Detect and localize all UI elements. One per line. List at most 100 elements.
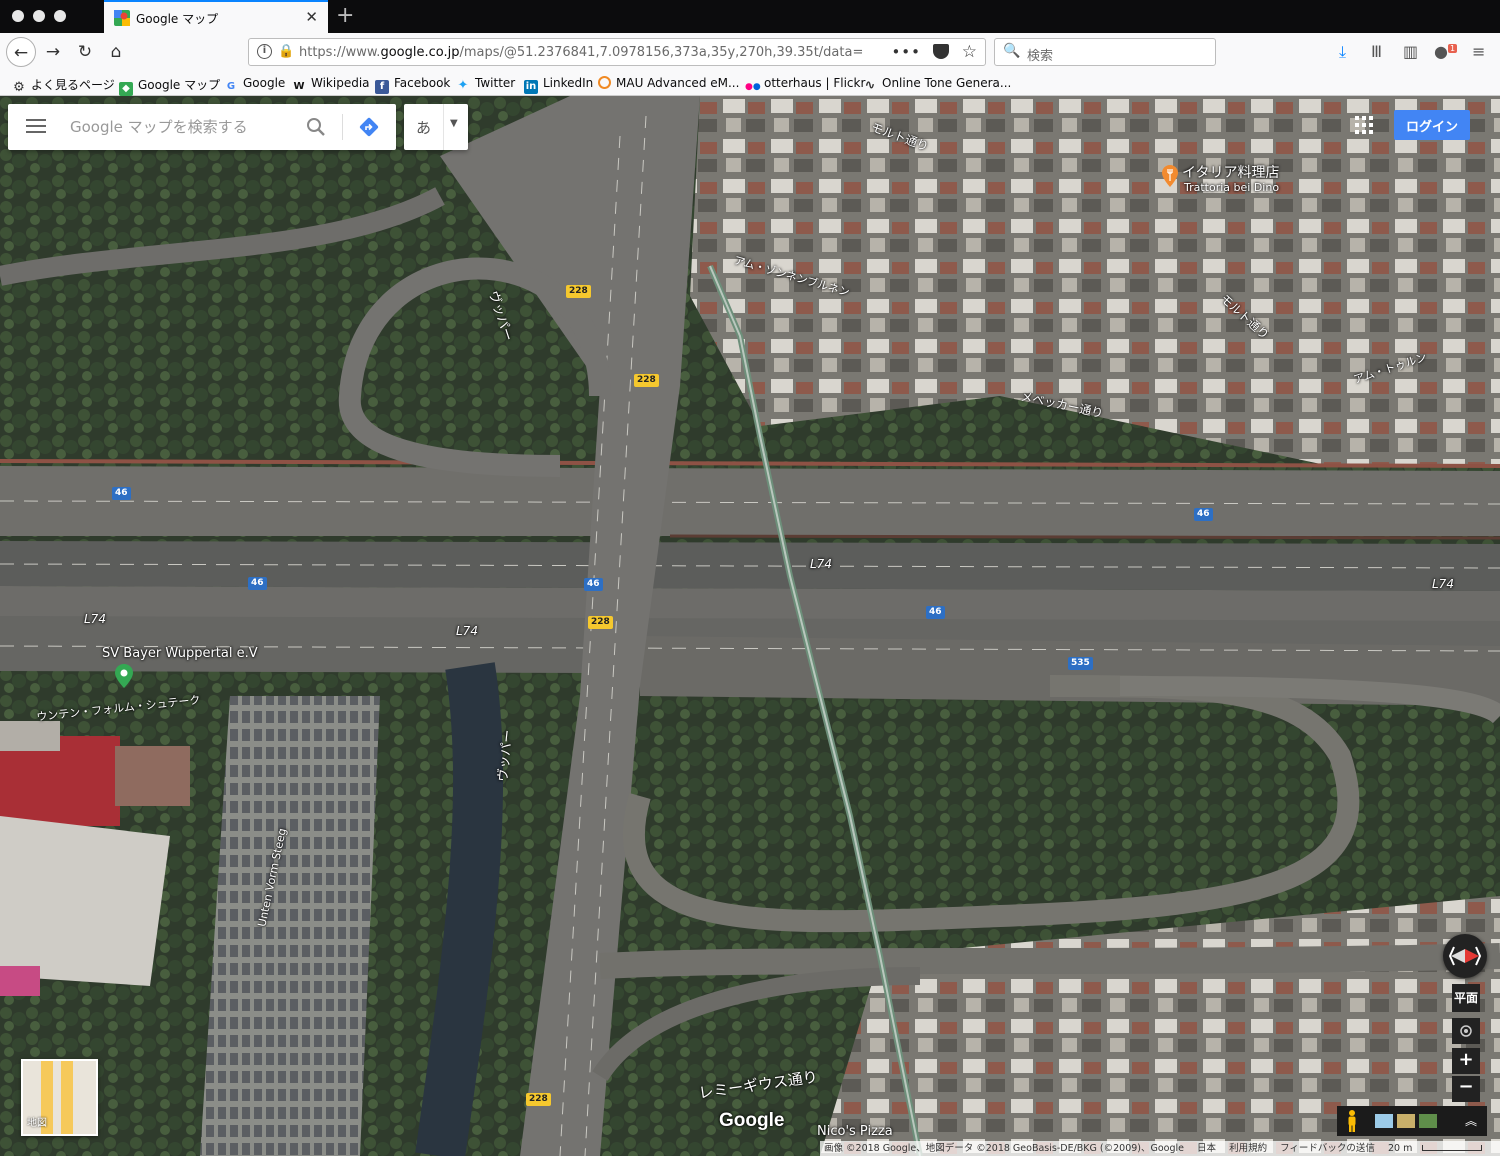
- bookmark-mau[interactable]: MAU Advanced eM...: [598, 76, 739, 90]
- imagery-thumbnail[interactable]: [1419, 1114, 1437, 1128]
- window-maximize-button[interactable]: [54, 10, 66, 22]
- more-actions-icon[interactable]: •••: [891, 43, 921, 61]
- flickr-icon: ●●: [745, 82, 761, 92]
- road-shield-228[interactable]: 228: [588, 616, 613, 629]
- bookmark-most-visited[interactable]: ⚙ よく見るページ: [12, 76, 115, 95]
- navigation-toolbar: ← → ↻ ⌂ i 🔒 https://www.google.co.jp/map…: [0, 33, 1500, 71]
- twitter-icon: ✦: [457, 78, 469, 93]
- country-link[interactable]: 日本: [1197, 1143, 1216, 1154]
- map-layer-toggle[interactable]: 地図: [21, 1059, 98, 1136]
- window-minimize-button[interactable]: [33, 10, 45, 22]
- bookmark-wikipedia[interactable]: W Wikipedia: [292, 76, 369, 94]
- road-label-l74-a[interactable]: L74: [84, 612, 106, 626]
- maps-search-box: [8, 104, 396, 150]
- notification-badge: 1: [1447, 43, 1458, 53]
- imagery-thumbnail[interactable]: [1375, 1114, 1393, 1128]
- bookmark-flickr[interactable]: ●● otterhaus | Flickr: [745, 76, 865, 94]
- mau-icon: [598, 76, 611, 89]
- bookmark-google[interactable]: G Google: [224, 76, 285, 94]
- restaurant-pin-icon[interactable]: [1162, 165, 1178, 187]
- my-location-button[interactable]: [1452, 1018, 1480, 1044]
- arrow-right-icon: →: [45, 42, 61, 62]
- road-shield-46[interactable]: 46: [248, 577, 267, 590]
- hamburger-menu-icon[interactable]: [26, 119, 46, 134]
- bookmark-tone-generator[interactable]: ∿ Online Tone Genera...: [863, 76, 1012, 93]
- extension-icon[interactable]: ● 1: [1434, 42, 1458, 61]
- hamburger-menu-icon[interactable]: ≡: [1472, 42, 1485, 61]
- feedback-link[interactable]: フィードバックの送信: [1280, 1143, 1375, 1154]
- info-icon[interactable]: i: [257, 44, 272, 59]
- search-icon[interactable]: [306, 117, 326, 137]
- browser-search-placeholder: 検索: [1027, 49, 1054, 64]
- maps-search-input[interactable]: [70, 114, 290, 140]
- poi-title-nicos-pizza[interactable]: Nico's Pizza: [817, 1124, 893, 1139]
- road-shield-46[interactable]: 46: [1194, 508, 1213, 521]
- road-shield-46[interactable]: 46: [112, 487, 131, 500]
- url-text[interactable]: https://www.google.co.jp/maps/@51.237684…: [299, 45, 865, 60]
- reload-button[interactable]: ↻: [70, 37, 100, 67]
- google-maps-icon: [114, 10, 130, 26]
- road-shield-535[interactable]: 535: [1068, 657, 1093, 670]
- road-label-l74-c[interactable]: L74: [810, 557, 832, 571]
- tab-strip: Google マップ ✕ +: [0, 0, 1500, 33]
- view-2d-toggle[interactable]: 平面: [1452, 984, 1480, 1012]
- road-shield-46[interactable]: 46: [584, 578, 603, 591]
- pegman-icon[interactable]: [1347, 1110, 1357, 1132]
- my-location-icon: [1460, 1025, 1472, 1037]
- bookmark-twitter[interactable]: ✦ Twitter: [456, 76, 516, 93]
- bookmark-google-maps[interactable]: ◆ Google マップ: [119, 76, 220, 96]
- lock-icon[interactable]: 🔒: [278, 44, 294, 59]
- bookmark-facebook[interactable]: f Facebook: [375, 76, 450, 94]
- caret-down-icon[interactable]: ▼: [450, 118, 458, 129]
- road-shield-228[interactable]: 228: [526, 1093, 551, 1106]
- google-logo: Google: [719, 1110, 785, 1131]
- bookmark-linkedin[interactable]: in LinkedIn: [524, 76, 593, 94]
- sports-club-pin-icon[interactable]: [115, 664, 133, 688]
- poi-title-trattoria[interactable]: Trattoria bei Dino: [1184, 181, 1279, 194]
- separator: [342, 114, 343, 140]
- road-shield-46[interactable]: 46: [926, 606, 945, 619]
- poi-title-restaurant-category[interactable]: イタリア料理店: [1182, 162, 1279, 182]
- pocket-icon[interactable]: [933, 44, 949, 59]
- reload-icon: ↻: [77, 42, 93, 62]
- tab-google-maps[interactable]: Google マップ ✕: [104, 0, 328, 33]
- sidebar-icon[interactable]: ▥: [1403, 42, 1418, 61]
- facebook-icon: f: [375, 80, 389, 94]
- directions-icon[interactable]: [359, 117, 379, 137]
- input-tools-button[interactable]: あ ▼: [404, 104, 468, 150]
- url-bar[interactable]: i 🔒 https://www.google.co.jp/maps/@51.23…: [248, 38, 986, 66]
- home-icon: ⌂: [110, 42, 122, 62]
- compass-icon[interactable]: [1443, 934, 1487, 978]
- zoom-in-button[interactable]: +: [1452, 1048, 1480, 1074]
- road-label-l74-d[interactable]: L74: [1432, 577, 1454, 591]
- tab-close-icon[interactable]: ✕: [305, 8, 318, 26]
- scale-label[interactable]: 20 m: [1388, 1143, 1412, 1154]
- road-shield-228[interactable]: 228: [634, 374, 659, 387]
- browser-search-bar[interactable]: 🔍 検索: [994, 38, 1216, 66]
- google-maps-icon: ◆: [119, 82, 133, 96]
- zoom-out-button[interactable]: −: [1452, 1076, 1480, 1102]
- download-icon[interactable]: ⤓: [1339, 42, 1346, 62]
- google-apps-icon[interactable]: [1355, 116, 1373, 134]
- library-icon[interactable]: Ⅲ: [1371, 42, 1382, 61]
- home-button[interactable]: ⌂: [101, 37, 131, 67]
- bookmark-star-icon[interactable]: ☆: [962, 42, 977, 62]
- search-engine-icon[interactable]: 🔍: [1003, 43, 1020, 59]
- terms-link[interactable]: 利用規約: [1229, 1143, 1267, 1154]
- poi-title-sv-bayer[interactable]: SV Bayer Wuppertal e.V: [102, 646, 258, 661]
- separator: [443, 104, 444, 150]
- map-canvas[interactable]: モルト通り モルト通り アム・ゾンネンブルネン アム・トゥルン メベッカー通り …: [0, 96, 1500, 1156]
- road-shield-228[interactable]: 228: [566, 285, 591, 298]
- wave-icon: ∿: [864, 78, 876, 93]
- expand-up-icon[interactable]: ︽: [1465, 1112, 1477, 1129]
- window-close-button[interactable]: [12, 10, 24, 22]
- forward-button[interactable]: →: [38, 37, 68, 67]
- login-button[interactable]: ログイン: [1394, 110, 1470, 140]
- back-button[interactable]: ←: [6, 37, 36, 67]
- bookmarks-toolbar: ⚙ よく見るページ ◆ Google マップ G Google W Wikipedia …: [0, 71, 1500, 96]
- wikipedia-icon: W: [293, 81, 305, 92]
- road-label-l74-b[interactable]: L74: [456, 624, 478, 638]
- new-tab-icon[interactable]: +: [336, 3, 354, 29]
- imagery-bar: ︽: [1337, 1106, 1487, 1136]
- imagery-thumbnail[interactable]: [1397, 1114, 1415, 1128]
